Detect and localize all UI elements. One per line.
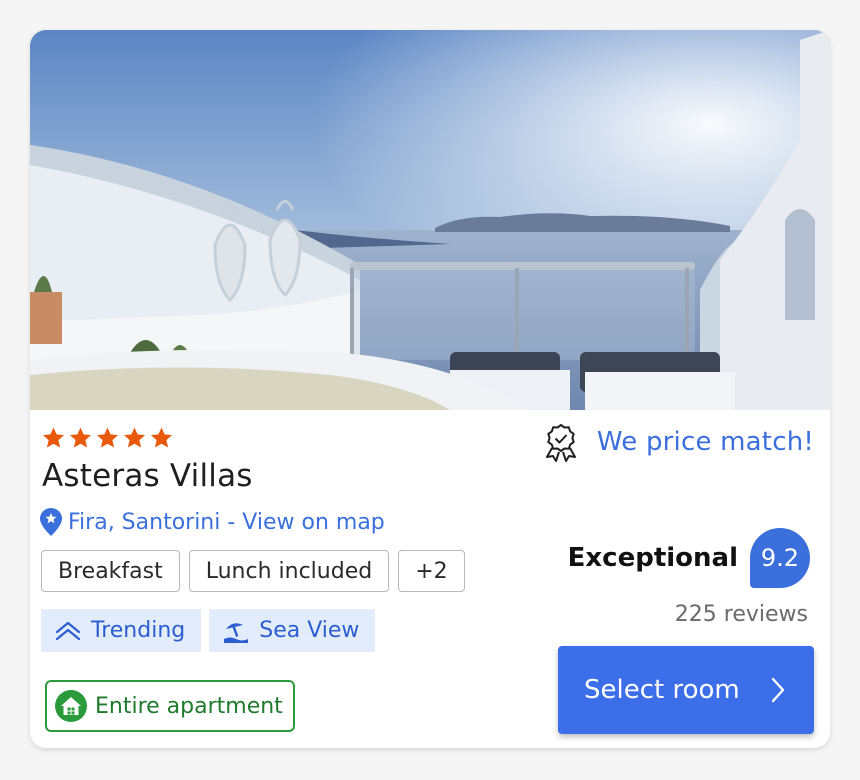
amenity-chip[interactable]: Breakfast xyxy=(41,550,180,592)
star-icon xyxy=(97,427,118,448)
score-badge: 9.2 xyxy=(750,528,810,588)
property-type-badge: Entire apartment xyxy=(45,680,295,732)
chevron-right-icon xyxy=(771,677,785,703)
star-icon xyxy=(151,427,172,448)
star-rating xyxy=(41,426,174,450)
award-badge-icon xyxy=(545,424,576,462)
property-type-label: Entire apartment xyxy=(95,693,283,719)
review-count[interactable]: 225 reviews xyxy=(675,602,808,627)
amenity-chip[interactable]: Lunch included xyxy=(188,550,390,592)
amenity-more-chip[interactable]: +2 xyxy=(398,550,465,592)
review-rating[interactable]: Exceptional 9.2 xyxy=(568,528,810,588)
price-match-label: We price match! xyxy=(596,427,814,457)
select-room-label: Select room xyxy=(584,675,740,705)
beach-umbrella-icon xyxy=(224,622,249,643)
rating-word: Exceptional xyxy=(567,543,738,573)
tag-sea-view: Sea View xyxy=(209,609,376,652)
tag-trending: Trending xyxy=(41,609,202,652)
map-pin-icon xyxy=(40,508,62,536)
price-match-badge[interactable]: We price match! xyxy=(541,422,814,462)
house-icon xyxy=(55,690,87,722)
hotel-name[interactable]: Asteras Villas xyxy=(42,458,253,494)
trending-up-icon xyxy=(55,621,81,640)
star-icon xyxy=(43,427,64,448)
feature-tags: Trending Sea View xyxy=(41,609,376,652)
location-link[interactable]: Fira, Santorini - View on map xyxy=(40,508,385,536)
star-icon xyxy=(124,427,145,448)
amenity-chips: Breakfast Lunch included +2 xyxy=(41,550,465,592)
tag-label: Trending xyxy=(91,618,186,643)
select-room-button[interactable]: Select room xyxy=(558,646,814,734)
hotel-photo[interactable] xyxy=(30,30,830,410)
star-icon xyxy=(70,427,91,448)
location-label: Fira, Santorini - View on map xyxy=(68,509,385,535)
hotel-card: We price match! Asteras Villas Fira, San… xyxy=(30,30,830,748)
tag-label: Sea View xyxy=(259,618,360,643)
